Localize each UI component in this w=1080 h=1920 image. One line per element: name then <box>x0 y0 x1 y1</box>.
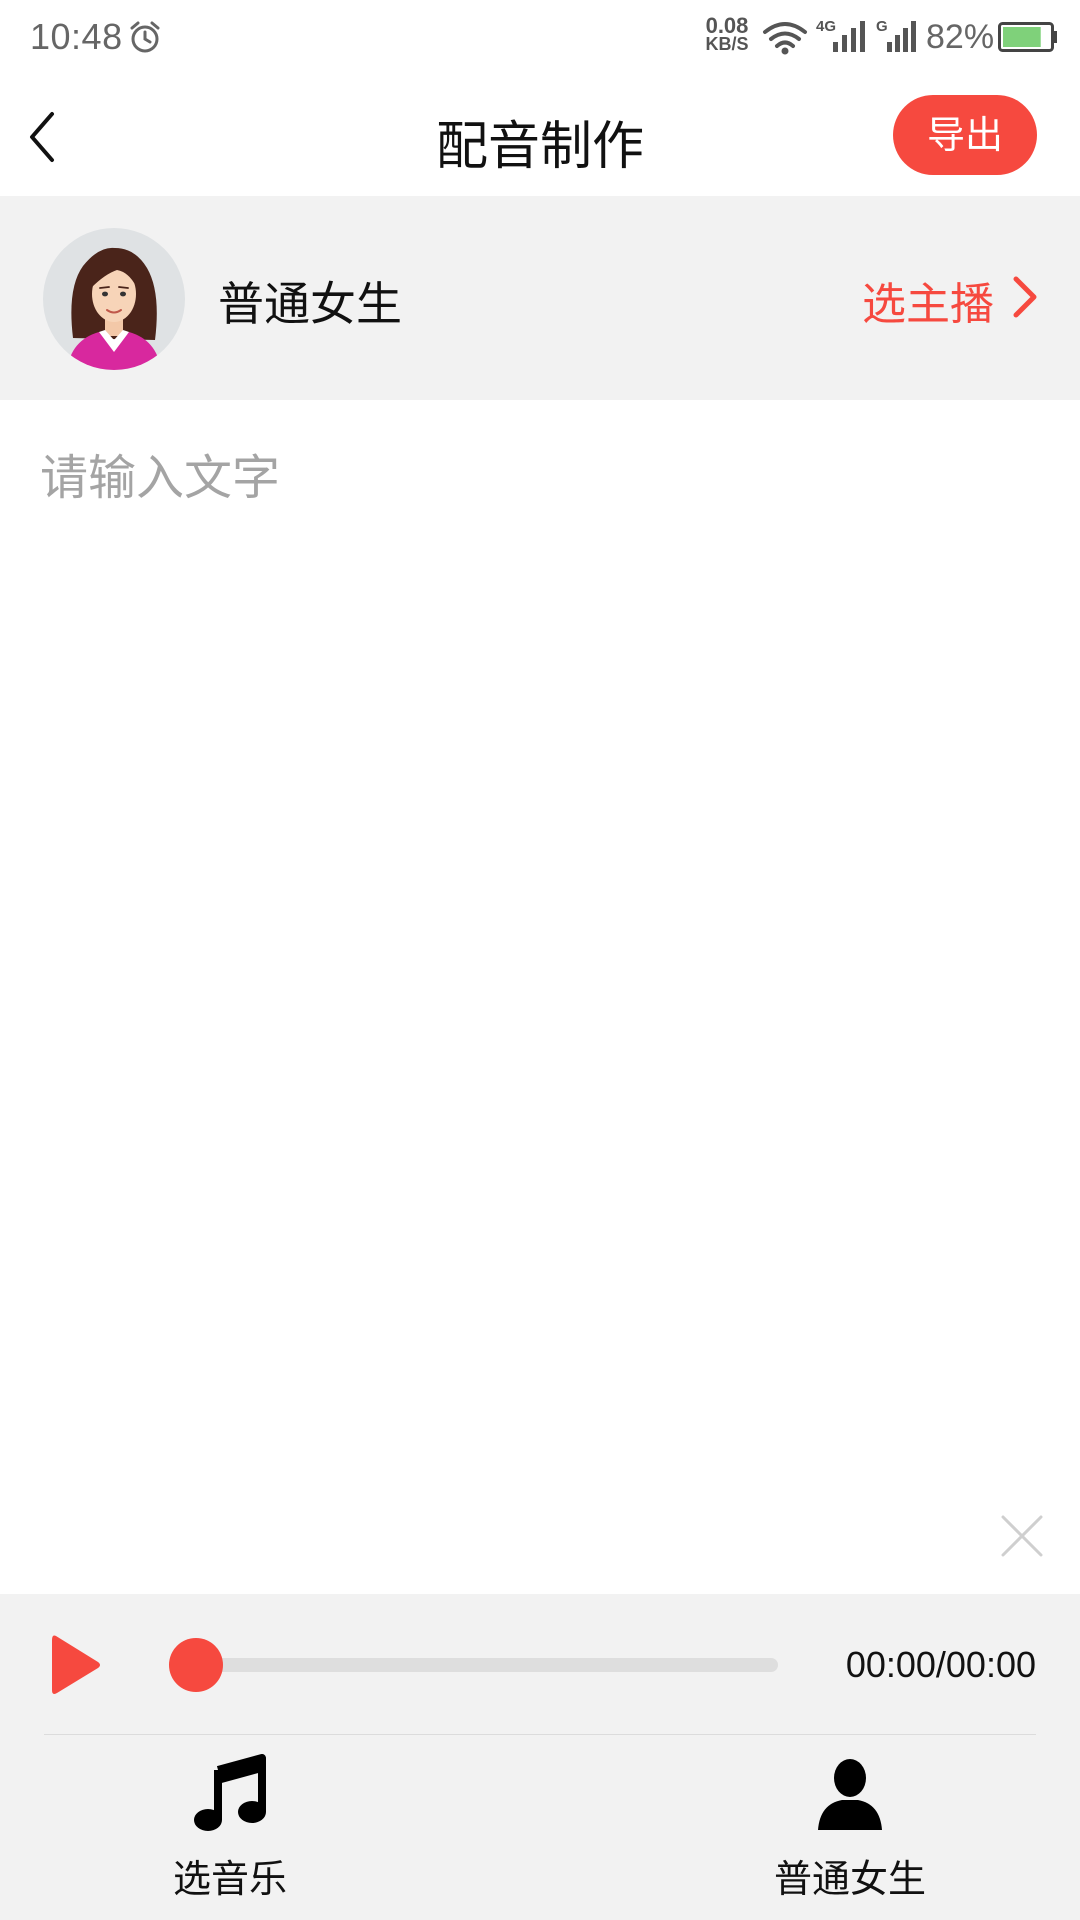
wifi-icon <box>763 22 807 55</box>
anchor-name: 普通女生 <box>218 277 402 331</box>
person-icon <box>818 1759 882 1830</box>
network-speed: 0.08 KB/S <box>700 13 754 54</box>
play-icon[interactable] <box>48 1630 102 1700</box>
chevron-right-icon[interactable] <box>1010 274 1040 320</box>
status-bar: 10:48 0.08 KB/S 4G G 82% <box>0 0 1080 78</box>
select-anchor-link[interactable]: 选主播 <box>862 268 994 332</box>
voice-button[interactable]: 普通女生 <box>730 1754 970 1904</box>
battery-percent: 82% <box>926 18 995 56</box>
bottom-panel: 00:00/00:00 选音乐 普通女生 <box>0 1594 1080 1920</box>
time-display: 00:00/00:00 <box>845 1644 1036 1685</box>
close-icon[interactable] <box>1000 1514 1044 1558</box>
voice-label: 普通女生 <box>773 1857 926 1901</box>
signal-g-icon: G <box>876 18 918 54</box>
music-note-icon <box>194 1754 266 1831</box>
network-speed-unit: KB/S <box>705 34 749 54</box>
divider <box>44 1734 1036 1735</box>
avatar <box>43 228 185 370</box>
text-input-placeholder[interactable]: 请输入文字 <box>40 438 280 508</box>
export-button[interactable]: 导出 <box>893 95 1037 175</box>
progress-knob[interactable] <box>169 1638 223 1692</box>
progress-track[interactable] <box>196 1658 778 1672</box>
header: 配音制作 导出 <box>0 78 1080 196</box>
alarm-icon <box>130 21 160 53</box>
text-editor[interactable]: 请输入文字 <box>0 400 1080 1594</box>
signal-4g-icon: 4G <box>816 18 866 54</box>
battery-icon <box>998 22 1057 52</box>
anchor-selector[interactable]: 普通女生 选主播 <box>0 196 1080 400</box>
select-music-label: 选音乐 <box>172 1857 287 1901</box>
network-speed-value: 0.08 <box>705 13 749 38</box>
select-music-button[interactable]: 选音乐 <box>110 1754 350 1904</box>
status-time: 10:48 <box>30 16 123 57</box>
